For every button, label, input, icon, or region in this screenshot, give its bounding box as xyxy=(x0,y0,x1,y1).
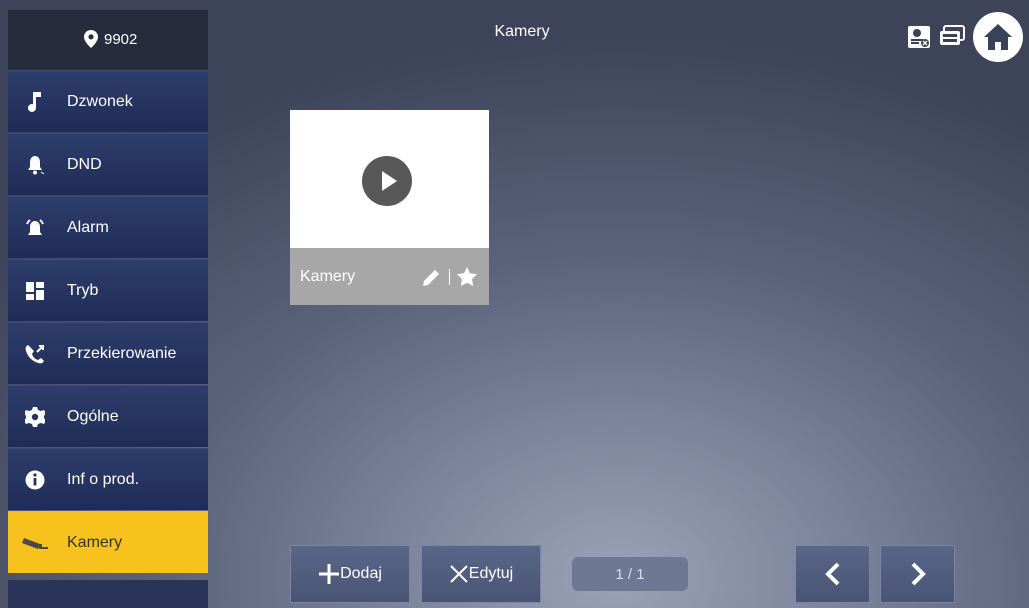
divider xyxy=(449,268,450,285)
sidebar-item-label: Przekierowanie xyxy=(67,344,177,362)
sidebar-item-ogolne[interactable]: Ogólne xyxy=(8,385,208,447)
sidebar-item-przekierowanie[interactable]: Przekierowanie xyxy=(8,322,208,384)
sidebar-item-label: Dzwonek xyxy=(67,92,133,110)
plus-icon xyxy=(319,564,340,584)
camera-name: Kamery xyxy=(300,267,356,285)
status-icons xyxy=(907,12,1023,62)
prev-page-button[interactable] xyxy=(795,545,870,603)
play-button[interactable] xyxy=(362,156,412,206)
chevron-right-icon xyxy=(911,562,926,586)
sidebar-footer xyxy=(8,580,208,608)
sidebar-item-info[interactable]: Inf o prod. xyxy=(8,448,208,510)
alarm-icon xyxy=(21,218,49,238)
bell-icon xyxy=(21,155,49,175)
star-icon[interactable] xyxy=(457,267,477,286)
sidebar-item-label: Tryb xyxy=(67,281,99,299)
chevron-left-icon xyxy=(824,562,839,586)
camera-icon xyxy=(21,533,49,553)
sidebar: Dzwonek DND Alarm Tryb Przekierowanie Og… xyxy=(8,70,208,574)
call-forward-icon xyxy=(21,344,49,364)
sidebar-item-dnd[interactable]: DND xyxy=(8,133,208,195)
page-title: Kamery xyxy=(494,23,550,40)
music-note-icon xyxy=(21,91,49,112)
screen: 9902 Kamery Dzwonek DND Alarm Tryb Przek… xyxy=(0,0,1029,608)
sidebar-item-label: Kamery xyxy=(67,533,123,551)
edit-button-label: Edytuj xyxy=(468,565,514,582)
edit-button[interactable]: Edytuj xyxy=(421,545,541,603)
page-indicator: 1 / 1 xyxy=(572,557,688,591)
sidebar-item-label: DND xyxy=(67,155,102,173)
user-offline-icon[interactable] xyxy=(907,25,931,49)
home-button[interactable] xyxy=(973,12,1023,62)
add-button-label: Dodaj xyxy=(340,565,382,582)
sidebar-item-label: Alarm xyxy=(67,218,109,236)
sidebar-item-kamery[interactable]: Kamery xyxy=(8,511,208,573)
add-button[interactable]: Dodaj xyxy=(290,545,410,603)
sidebar-item-alarm[interactable]: Alarm xyxy=(8,196,208,258)
monitor-icon[interactable] xyxy=(939,25,965,49)
close-icon xyxy=(450,565,468,583)
info-icon xyxy=(21,470,49,490)
sidebar-item-label: Ogólne xyxy=(67,407,119,425)
edit-pencil-icon[interactable] xyxy=(420,267,442,287)
next-page-button[interactable] xyxy=(880,545,955,603)
gear-icon xyxy=(21,406,49,427)
play-icon xyxy=(382,171,397,191)
camera-card-footer: Kamery xyxy=(290,248,489,305)
mode-grid-icon xyxy=(21,281,49,301)
camera-card[interactable]: Kamery xyxy=(290,110,489,305)
sidebar-item-label: Inf o prod. xyxy=(67,470,140,488)
sidebar-item-dzwonek[interactable]: Dzwonek xyxy=(8,70,208,132)
sidebar-item-tryb[interactable]: Tryb xyxy=(8,259,208,321)
home-icon xyxy=(984,24,1012,50)
